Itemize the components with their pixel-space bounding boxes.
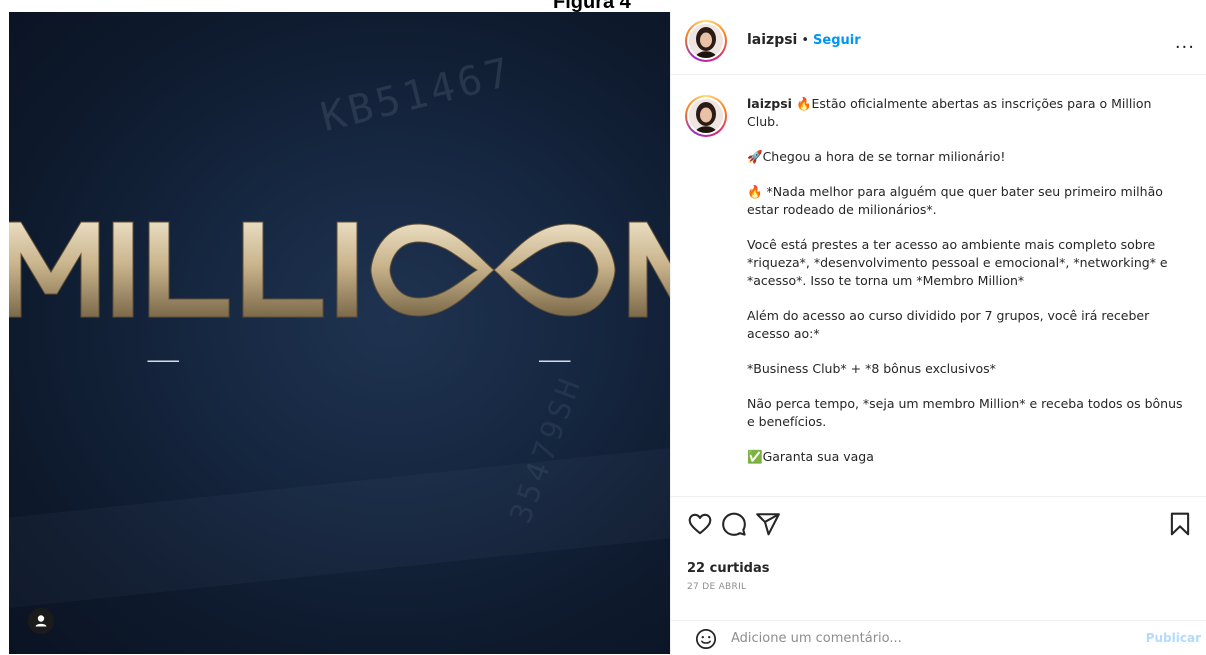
caption-area[interactable]: laizpsi 🔥Estão oficialmente abertas as i… bbox=[671, 75, 1206, 495]
caption-paragraph: *Business Club* + *8 bônus exclusivos* bbox=[747, 361, 996, 376]
emoji-icon bbox=[695, 628, 717, 650]
caption-author-avatar[interactable] bbox=[685, 95, 727, 137]
like-button[interactable] bbox=[687, 511, 713, 537]
more-icon: ... bbox=[1174, 32, 1195, 53]
share-icon bbox=[756, 513, 780, 536]
caption-paragraph: Não perca tempo, *seja um membro Million… bbox=[747, 396, 1183, 429]
post-details-panel: laizpsi • Seguir ... laizpsi 🔥Estão oficia… bbox=[670, 12, 1206, 654]
avatar-portrait bbox=[689, 99, 723, 133]
publish-button[interactable]: Publicar bbox=[1146, 631, 1201, 645]
caption-paragraph: 🚀Chegou a hora de se tornar milionário! bbox=[747, 149, 1006, 164]
bookmark-icon bbox=[1170, 512, 1190, 536]
million-club-logo bbox=[9, 221, 670, 362]
caption-paragraph: Além do acesso ao curso dividido por 7 g… bbox=[747, 308, 1150, 341]
caption-text: laizpsi 🔥Estão oficialmente abertas as i… bbox=[747, 95, 1187, 483]
comment-bar: Publicar bbox=[671, 620, 1206, 655]
caption-paragraph: ✅Garanta sua vaga bbox=[747, 449, 874, 464]
follow-button[interactable]: Seguir bbox=[813, 33, 861, 48]
caption-paragraph: Você está prestes a ter acesso ao ambien… bbox=[747, 237, 1168, 288]
save-button[interactable] bbox=[1167, 511, 1193, 537]
author-avatar[interactable] bbox=[685, 20, 727, 62]
user-tag-icon bbox=[35, 615, 47, 627]
background-band bbox=[9, 442, 670, 612]
header-names: laizpsi • Seguir bbox=[747, 32, 861, 48]
more-options-button[interactable]: ... bbox=[1175, 32, 1195, 53]
post-date[interactable]: 27 DE ABRIL bbox=[687, 582, 746, 592]
comment-icon bbox=[722, 512, 746, 536]
heart-icon bbox=[688, 513, 712, 535]
caption-author[interactable]: laizpsi bbox=[747, 96, 792, 111]
post-image[interactable]: KB51467 35479SH bbox=[9, 12, 670, 654]
figure-caption: Figura 4 bbox=[0, 0, 1206, 12]
header-separator: • bbox=[801, 33, 810, 48]
share-button[interactable] bbox=[755, 511, 781, 537]
page-margin bbox=[0, 12, 9, 654]
caption-paragraph: laizpsi 🔥Estão oficialmente abertas as i… bbox=[747, 96, 1152, 129]
caption-paragraph: 🔥 *Nada melhor para alguém que quer bate… bbox=[747, 184, 1163, 217]
emoji-button[interactable] bbox=[695, 628, 717, 650]
header-username[interactable]: laizpsi bbox=[747, 32, 797, 48]
figure-caption-text: Figura 4 bbox=[553, 0, 631, 12]
post-actions: 22 curtidas 27 DE ABRIL bbox=[671, 496, 1206, 621]
avatar-portrait bbox=[689, 24, 723, 58]
likes-count[interactable]: 22 curtidas bbox=[687, 561, 769, 576]
comment-button[interactable] bbox=[721, 511, 747, 537]
comment-input[interactable] bbox=[731, 628, 1111, 648]
post-header: laizpsi • Seguir ... bbox=[671, 12, 1206, 75]
background-number-text: KB51467 bbox=[316, 48, 519, 142]
user-tag-button[interactable] bbox=[28, 608, 54, 634]
